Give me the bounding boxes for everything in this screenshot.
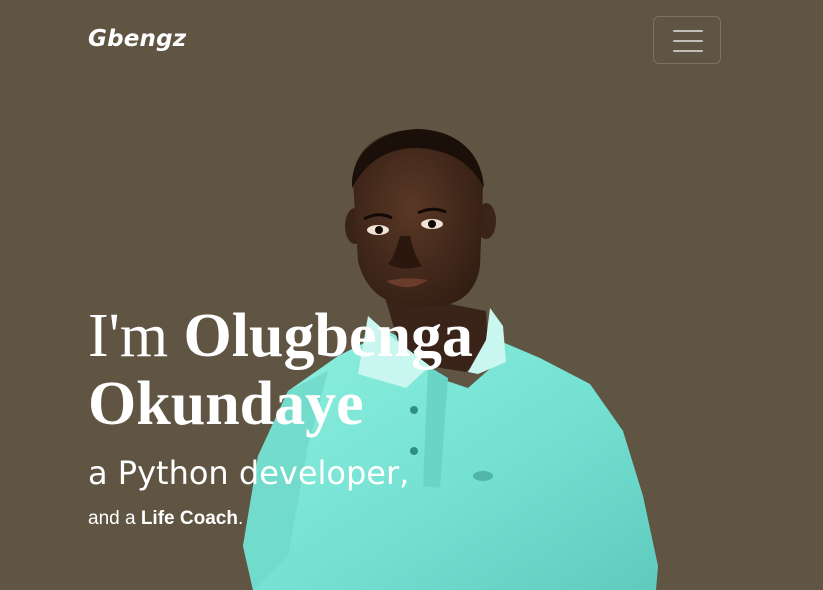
hero-role: a Python developer, — [88, 454, 410, 492]
hero-sub-suffix: . — [237, 508, 244, 529]
navbar-brand[interactable]: Gbengz — [88, 26, 186, 52]
hero-last-name: Okundaye — [88, 370, 364, 438]
hero-heading: I'm Olugbenga Okundaye — [88, 302, 548, 438]
menu-toggle-button[interactable] — [653, 16, 721, 64]
hamburger-menu-icon-bar — [673, 50, 703, 52]
hero-subtitle: and a Life Coach. — [88, 506, 243, 532]
hero-sub-prefix: and a — [88, 508, 141, 529]
hero-first-name: Olugbenga — [183, 302, 473, 370]
hero-sub-highlight: Life Coach — [140, 508, 238, 529]
hero-intro: I'm — [88, 302, 184, 370]
hamburger-menu-icon-bar — [673, 40, 703, 42]
hamburger-menu-icon — [673, 30, 703, 32]
hero-page: Gbengz I'm Olugbenga Okundaye a Python d… — [0, 0, 823, 590]
